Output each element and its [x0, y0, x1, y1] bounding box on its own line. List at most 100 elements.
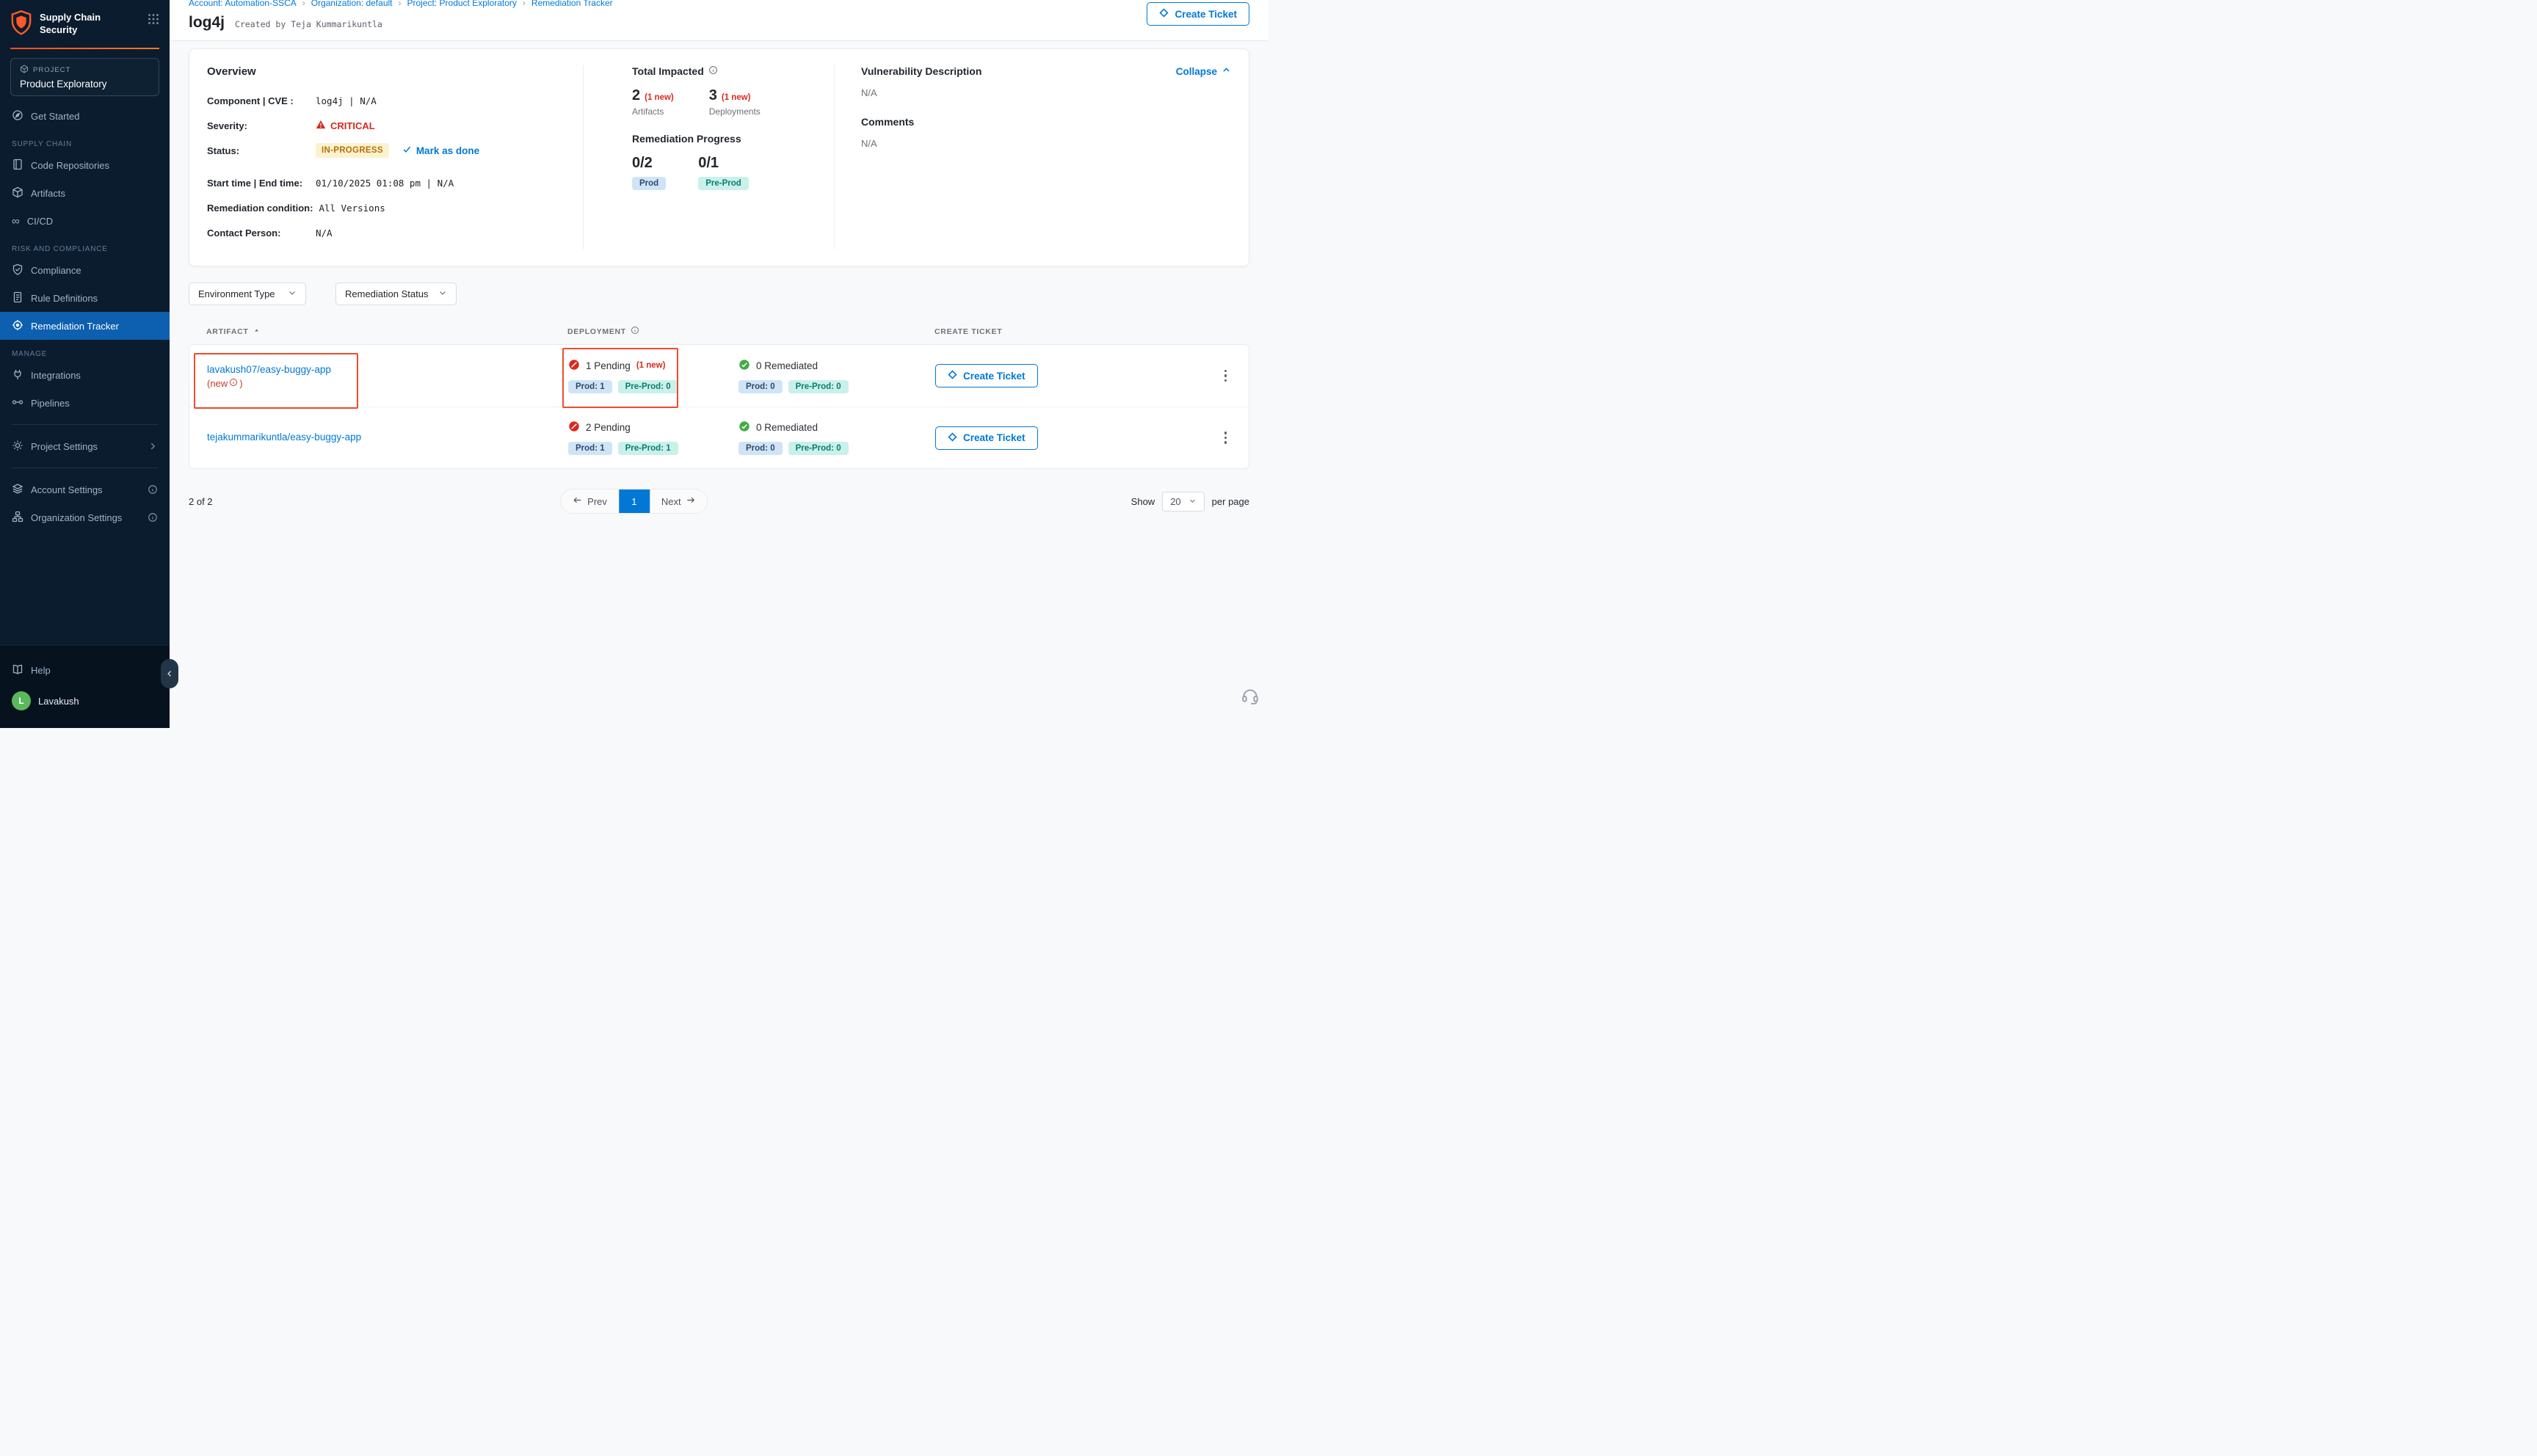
- artifact-link[interactable]: lavakush07/easy-buggy-app: [207, 363, 331, 377]
- pending-icon: [568, 421, 580, 434]
- create-ticket-cell: Create Ticket: [935, 364, 1196, 387]
- page-title: log4j: [189, 14, 225, 32]
- sidebar-item-artifacts[interactable]: Artifacts: [0, 179, 170, 207]
- overview-details-column: Overview Component | CVE : log4j | N/A S…: [189, 65, 583, 250]
- environment-type-filter[interactable]: Environment Type: [189, 283, 306, 305]
- progress-prod: 0/2 Prod: [632, 155, 666, 190]
- arrow-left-icon: [573, 495, 582, 507]
- artifact-cell: lavakush07/easy-buggy-app (new ): [207, 363, 568, 389]
- pagination-summary: 2 of 2: [189, 496, 213, 507]
- breadcrumb: Account: Automation-SSCA Organization: d…: [189, 0, 1249, 8]
- nav-section-supply-chain: SUPPLY CHAIN: [0, 130, 170, 151]
- breadcrumb-separator: [523, 0, 526, 8]
- info-icon: [148, 484, 158, 495]
- page: Supply Chain Security PROJECT Product Ex…: [0, 0, 1268, 728]
- chevron-down-icon: [438, 288, 447, 299]
- shield-logo-icon: [10, 10, 32, 39]
- chevron-left-icon: [165, 669, 174, 678]
- create-ticket-button-header[interactable]: Create Ticket: [1147, 2, 1249, 26]
- grid-icon[interactable]: [148, 10, 159, 29]
- sort-up-icon: [253, 327, 260, 336]
- sidebar-item-help[interactable]: Help: [0, 655, 170, 685]
- sidebar-item-code-repositories[interactable]: Code Repositories: [0, 151, 170, 179]
- sidebar-item-organization-settings[interactable]: Organization Settings: [0, 503, 170, 531]
- remediated-group: 0 Remediated Prod: 0 Pre-Prod: 0: [738, 421, 894, 455]
- sidebar-item-remediation-tracker[interactable]: Remediation Tracker: [0, 312, 170, 340]
- artifacts-count: 2: [632, 87, 640, 104]
- created-by-text: Created by Teja Kummarikuntla: [235, 19, 382, 29]
- sidebar-item-rule-definitions[interactable]: Rule Definitions: [0, 284, 170, 312]
- prev-page-button[interactable]: Prev: [561, 489, 619, 513]
- page-number-1[interactable]: 1: [619, 489, 650, 514]
- info-icon[interactable]: [229, 378, 238, 389]
- project-selector[interactable]: PROJECT Product Exploratory: [10, 58, 159, 96]
- breadcrumb-account[interactable]: Account: Automation-SSCA: [189, 0, 297, 8]
- pipelines-icon: [12, 396, 23, 410]
- mark-as-done-button[interactable]: Mark as done: [402, 145, 479, 156]
- sidebar-user[interactable]: L Lavakush: [0, 685, 170, 716]
- breadcrumb-remediation-tracker[interactable]: Remediation Tracker: [531, 0, 613, 8]
- remediation-status-filter[interactable]: Remediation Status: [335, 283, 457, 305]
- impacted-deployments: 3 (1 new) Deployments: [709, 87, 761, 117]
- diamond-icon: [948, 370, 957, 382]
- create-ticket-button-row[interactable]: Create Ticket: [935, 426, 1038, 450]
- chevron-up-icon: [1222, 65, 1231, 77]
- info-icon[interactable]: [708, 65, 718, 77]
- deployment-cell: 1 Pending (1 new) Prod: 1 Pre-Prod: 0: [568, 359, 935, 393]
- table-header: ARTIFACT DEPLOYMENT CREATE TICKET: [189, 326, 1249, 337]
- field-status: Status: IN-PROGRESS Mark as done: [207, 142, 565, 159]
- chevron-right-icon: [148, 441, 158, 451]
- page-size-select[interactable]: 20: [1162, 492, 1204, 512]
- field-component-cve: Component | CVE : log4j | N/A: [207, 92, 565, 109]
- sidebar-item-cicd[interactable]: ∞ CI/CD: [0, 207, 170, 235]
- breadcrumb-organization[interactable]: Organization: default: [311, 0, 393, 8]
- breadcrumb-project[interactable]: Project: Product Exploratory: [407, 0, 517, 8]
- pager: Prev 1 Next: [560, 489, 708, 514]
- sidebar-item-get-started[interactable]: Get Started: [0, 102, 170, 130]
- overview-heading: Overview: [207, 65, 565, 78]
- get-started-icon: [12, 109, 23, 123]
- main-area: Account: Automation-SSCA Organization: d…: [170, 0, 1268, 728]
- artifact-link[interactable]: tejakummarikuntla/easy-buggy-app: [207, 430, 361, 445]
- check-icon: [402, 145, 412, 156]
- preprod-badge: Pre-Prod: [698, 177, 749, 190]
- remediated-icon: [738, 359, 750, 373]
- integrations-icon: [12, 368, 23, 382]
- page-size-controls: Show 20 per page: [1131, 492, 1249, 512]
- diamond-icon: [1159, 8, 1169, 20]
- sidebar-item-pipelines[interactable]: Pipelines: [0, 389, 170, 417]
- divider: [12, 467, 158, 468]
- overview-card: Collapse Overview Component | CVE : log4…: [189, 48, 1249, 266]
- field-contact-person: Contact Person: N/A: [207, 225, 565, 241]
- field-remediation-condition: Remediation condition: All Versions: [207, 200, 565, 216]
- project-name: Product Exploratory: [20, 79, 150, 90]
- deployments-new-count: (1 new): [722, 93, 751, 102]
- collapse-button[interactable]: Collapse: [1176, 65, 1231, 77]
- pagination: 2 of 2 Prev 1 Next Show 20: [189, 488, 1249, 514]
- diamond-icon: [948, 432, 957, 444]
- sidebar-collapse-handle[interactable]: [161, 659, 178, 688]
- info-icon[interactable]: [631, 326, 639, 337]
- arrow-right-icon: [686, 495, 696, 507]
- sidebar-item-compliance[interactable]: Compliance: [0, 256, 170, 284]
- create-ticket-button-row[interactable]: Create Ticket: [935, 364, 1038, 387]
- column-header-deployment: DEPLOYMENT: [567, 326, 934, 337]
- row-menu-kebab-icon[interactable]: [1220, 365, 1232, 387]
- support-headset-icon[interactable]: [1241, 686, 1260, 709]
- sidebar-item-account-settings[interactable]: Account Settings: [0, 476, 170, 503]
- field-start-end-time: Start time | End time: 01/10/2025 01:08 …: [207, 175, 565, 191]
- preprod-count-badge: Pre-Prod: 0: [618, 380, 678, 393]
- page-header: Account: Automation-SSCA Organization: d…: [170, 0, 1268, 41]
- column-header-artifact[interactable]: ARTIFACT: [206, 326, 567, 337]
- account-icon: [12, 483, 23, 497]
- deployments-count: 3: [709, 87, 717, 104]
- filters-row: Environment Type Remediation Status: [189, 283, 1249, 305]
- next-page-button[interactable]: Next: [650, 489, 708, 513]
- prod-count-badge: Prod: 1: [568, 442, 612, 455]
- package-icon: [12, 186, 23, 200]
- sidebar-item-project-settings[interactable]: Project Settings: [0, 432, 170, 460]
- sidebar-item-integrations[interactable]: Integrations: [0, 361, 170, 389]
- artifact-new-tag: (new ): [207, 378, 568, 389]
- row-menu-kebab-icon[interactable]: [1220, 427, 1232, 448]
- sidebar-header: Supply Chain Security: [0, 0, 170, 46]
